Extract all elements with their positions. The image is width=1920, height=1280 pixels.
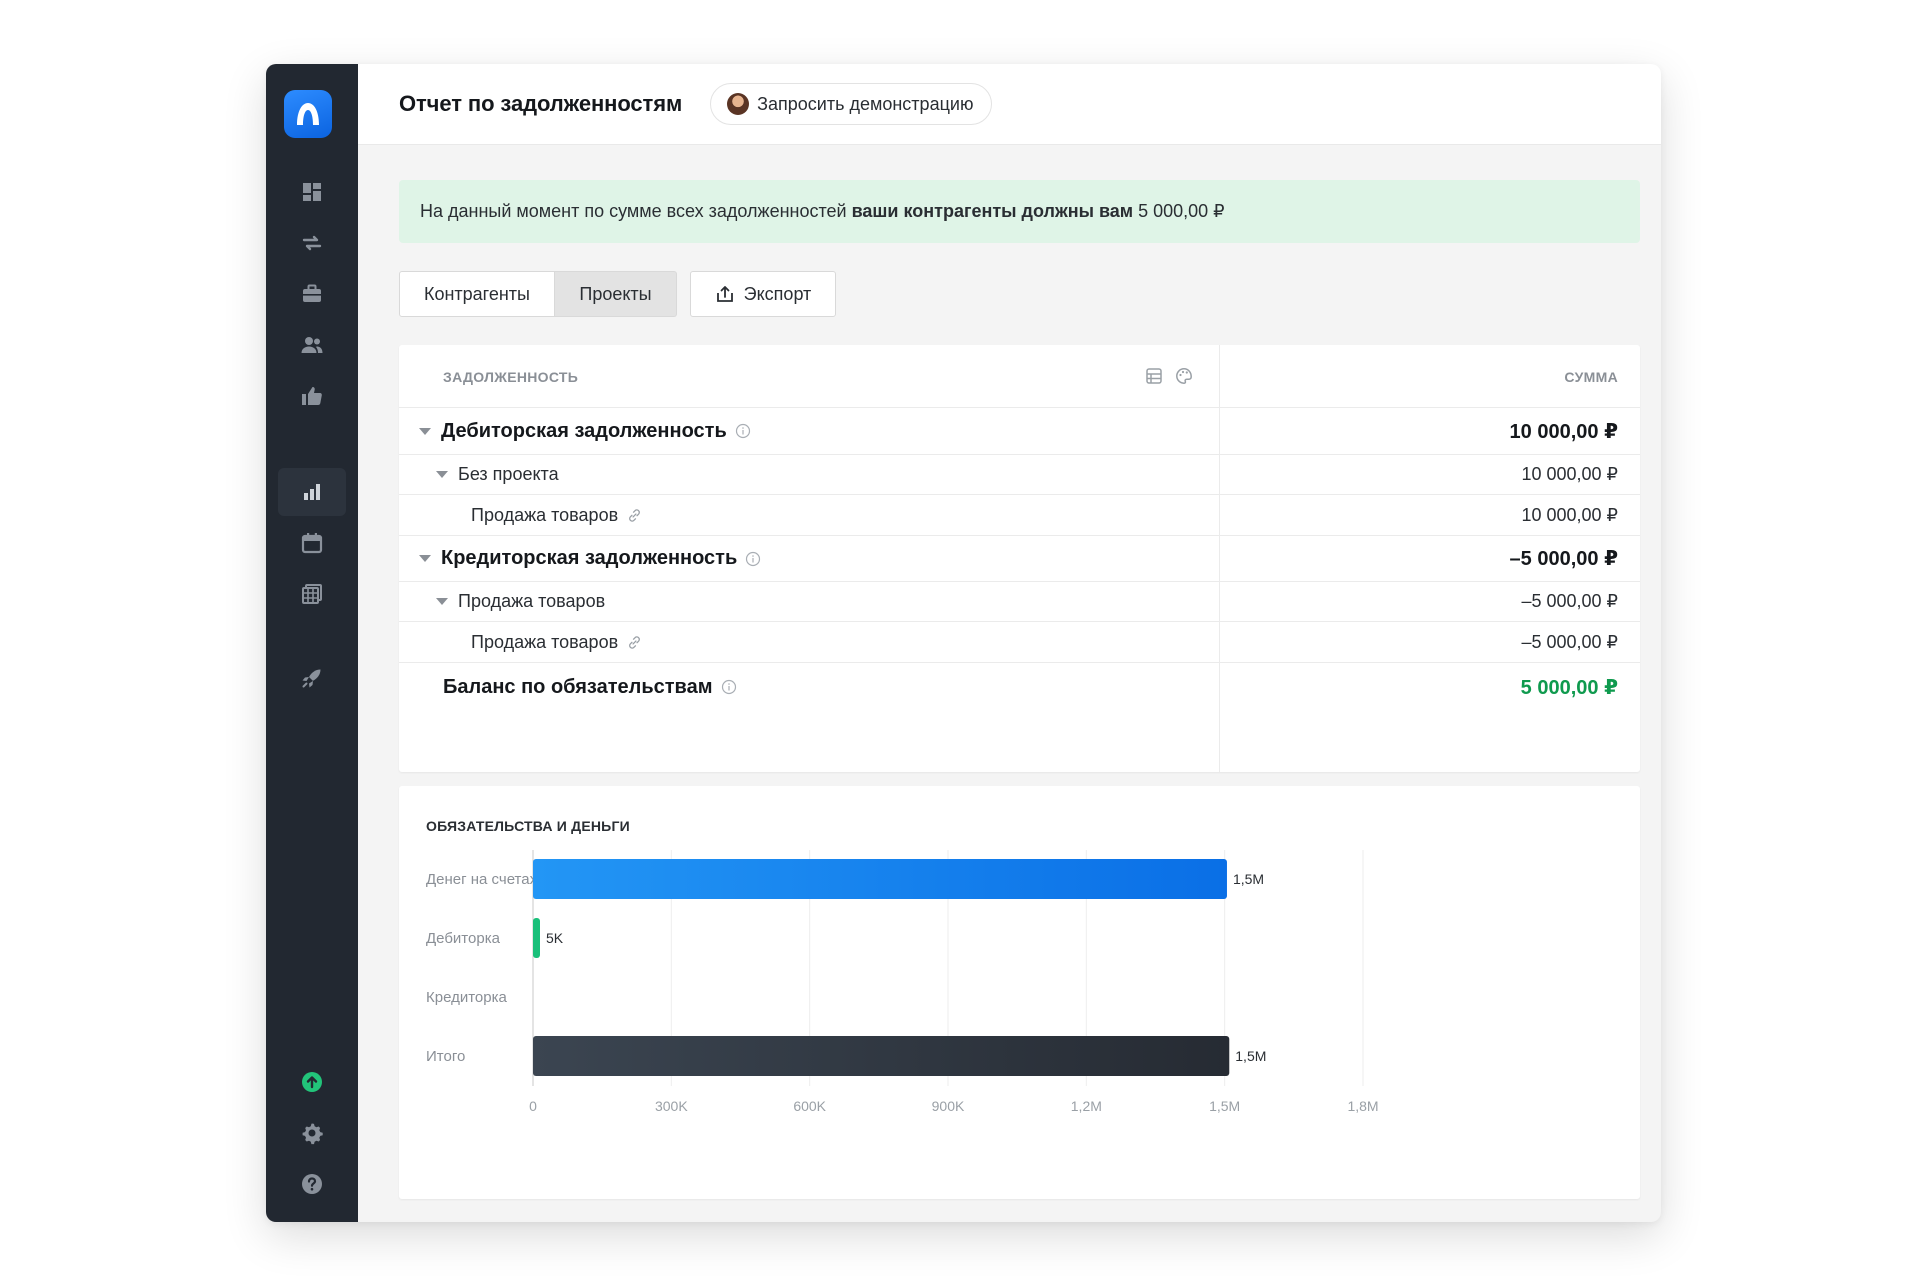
upload-circle-icon[interactable] xyxy=(278,1058,346,1106)
export-label: Экспорт xyxy=(743,283,812,304)
table-row-receivables[interactable]: Дебиторская задолженность 10 000,00 ₽ xyxy=(399,408,1640,455)
row-label-group: Продажа товаров xyxy=(436,582,605,621)
debt-chart: ОБЯЗАТЕЛЬСТВА И ДЕНЬГИ 0 300K 600K 900K 1,2M… xyxy=(399,786,1640,1199)
chart-bar xyxy=(533,1036,1230,1076)
sidebar xyxy=(266,64,358,1222)
row-label: Дебиторская задолженность xyxy=(441,419,727,442)
collapse-caret-icon[interactable] xyxy=(436,598,448,605)
chart-category-label: Итого xyxy=(426,1048,465,1065)
row-label-group: Продажа товаров xyxy=(471,622,643,662)
row-value: –5 000,00 ₽ xyxy=(1521,591,1618,611)
request-demo-button[interactable]: Запросить демонстрацию xyxy=(710,83,993,125)
banner-text: На данный момент по сумме всех задолженн… xyxy=(420,201,847,221)
collapse-caret-icon[interactable] xyxy=(419,427,431,435)
tab-projects[interactable]: Проекты xyxy=(555,271,677,317)
main-content: Отчет по задолженностям Запросить демонс… xyxy=(358,64,1661,1222)
table-row-payables[interactable]: Кредиторская задолженность –5 000,00 ₽ xyxy=(399,536,1640,582)
chart-x-tick-label: 1,8M xyxy=(1347,1098,1378,1114)
row-label-group: Кредиторская задолженность xyxy=(419,536,761,581)
table-header: ЗАДОЛЖЕННОСТЬ СУММА xyxy=(399,345,1640,408)
balance-value: 5 000,00 ₽ xyxy=(1520,676,1618,699)
row-label: Продажа товаров xyxy=(458,591,606,611)
gear-icon[interactable] xyxy=(278,1109,346,1157)
chart-x-tick-label: 600K xyxy=(793,1098,826,1114)
chart-category-label: Дебиторка xyxy=(426,930,501,947)
chart-x-tick-label: 1,5M xyxy=(1209,1098,1240,1114)
link-icon[interactable] xyxy=(626,634,643,651)
row-label-group: Дебиторская задолженность xyxy=(419,408,751,454)
rocket-icon[interactable] xyxy=(278,654,346,702)
info-icon[interactable] xyxy=(721,679,737,695)
row-label-group: Без проекта xyxy=(436,455,559,494)
row-label: Баланс по обязательствам xyxy=(443,675,713,698)
chart-x-tick-label: 1,2M xyxy=(1071,1098,1102,1114)
row-value: –5 000,00 ₽ xyxy=(1509,548,1618,570)
view-tabs: Контрагенты Проекты Экспорт xyxy=(399,271,836,317)
banner-amount: 5 000,00 ₽ xyxy=(1138,201,1225,221)
app-logo[interactable] xyxy=(284,90,332,138)
link-icon[interactable] xyxy=(626,507,643,524)
chart-category-label: Кредиторка xyxy=(426,989,508,1006)
table-row-sale-goods-2[interactable]: Продажа товаров –5 000,00 ₽ xyxy=(399,622,1640,663)
banner-bold-text: ваши контрагенты должны вам xyxy=(851,201,1134,221)
dashboard-icon[interactable] xyxy=(278,168,346,216)
row-label: Кредиторская задолженность xyxy=(441,547,738,569)
chart-x-tick-label: 300K xyxy=(655,1098,688,1114)
transfer-arrows-icon[interactable] xyxy=(278,219,346,267)
chart-bar xyxy=(533,918,540,958)
table-row-balance[interactable]: Баланс по обязательствам 5 000,00 ₽ xyxy=(399,663,1640,711)
bar-chart-icon[interactable] xyxy=(278,468,346,516)
export-icon xyxy=(716,286,733,302)
calendar-icon[interactable] xyxy=(278,519,346,567)
chart-data-label: 5K xyxy=(546,930,564,946)
row-label: Продажа товаров xyxy=(471,631,619,652)
table-row-sale-goods-group[interactable]: Продажа товаров –5 000,00 ₽ xyxy=(399,582,1640,622)
chart-bar xyxy=(533,859,1227,899)
row-label-group: Продажа товаров xyxy=(471,495,643,535)
topbar: Отчет по задолженностям Запросить демонс… xyxy=(358,64,1661,145)
info-icon[interactable] xyxy=(745,551,761,567)
chart-x-tick-label: 900K xyxy=(932,1098,965,1114)
tab-counterparties[interactable]: Контрагенты xyxy=(399,271,555,317)
row-label: Без проекта xyxy=(458,464,559,484)
collapse-caret-icon[interactable] xyxy=(419,555,431,562)
export-button[interactable]: Экспорт xyxy=(690,271,836,317)
row-value: 10 000,00 ₽ xyxy=(1509,420,1618,443)
info-icon[interactable] xyxy=(735,423,751,439)
app-window: Отчет по задолженностям Запросить демонс… xyxy=(266,64,1661,1222)
table-icon[interactable] xyxy=(278,570,346,618)
chart-data-label: 1,5M xyxy=(1235,1048,1266,1064)
row-value: –5 000,00 ₽ xyxy=(1521,631,1618,652)
help-icon[interactable] xyxy=(278,1160,346,1208)
chart-data-label: 1,5M xyxy=(1233,871,1264,887)
request-demo-label: Запросить демонстрацию xyxy=(757,93,974,114)
palette-icon[interactable] xyxy=(1174,366,1194,386)
page-title: Отчет по задолженностям xyxy=(399,91,683,116)
row-label-group: Баланс по обязательствам xyxy=(443,663,737,711)
people-icon[interactable] xyxy=(278,321,346,369)
chart-x-tick-label: 0 xyxy=(529,1098,537,1114)
row-value: 10 000,00 ₽ xyxy=(1521,504,1618,525)
logo-mark-icon xyxy=(297,103,319,125)
debt-table: ЗАДОЛЖЕННОСТЬ СУММА Дебиторская задолжен… xyxy=(399,345,1640,772)
row-value: 10 000,00 ₽ xyxy=(1521,464,1618,484)
chart-category-label: Денег на счетах xyxy=(426,871,538,888)
table-row-sale-goods-1[interactable]: Продажа товаров 10 000,00 ₽ xyxy=(399,495,1640,536)
summary-banner: На данный момент по сумме всех задолженн… xyxy=(399,180,1640,243)
column-header-debt: ЗАДОЛЖЕННОСТЬ xyxy=(443,369,579,385)
collapse-caret-icon[interactable] xyxy=(436,471,448,478)
avatar xyxy=(727,93,750,115)
thumbs-up-icon[interactable] xyxy=(278,372,346,420)
column-header-sum: СУММА xyxy=(1564,369,1618,385)
briefcase-icon[interactable] xyxy=(278,270,346,318)
row-label: Продажа товаров xyxy=(471,504,619,525)
chart-canvas: 0 300K 600K 900K 1,2M 1,5M 1,8M Денег на счетах… xyxy=(426,850,1379,1114)
layout-toggle-icon[interactable] xyxy=(1144,366,1164,386)
table-row-no-project[interactable]: Без проекта 10 000,00 ₽ xyxy=(399,455,1640,495)
